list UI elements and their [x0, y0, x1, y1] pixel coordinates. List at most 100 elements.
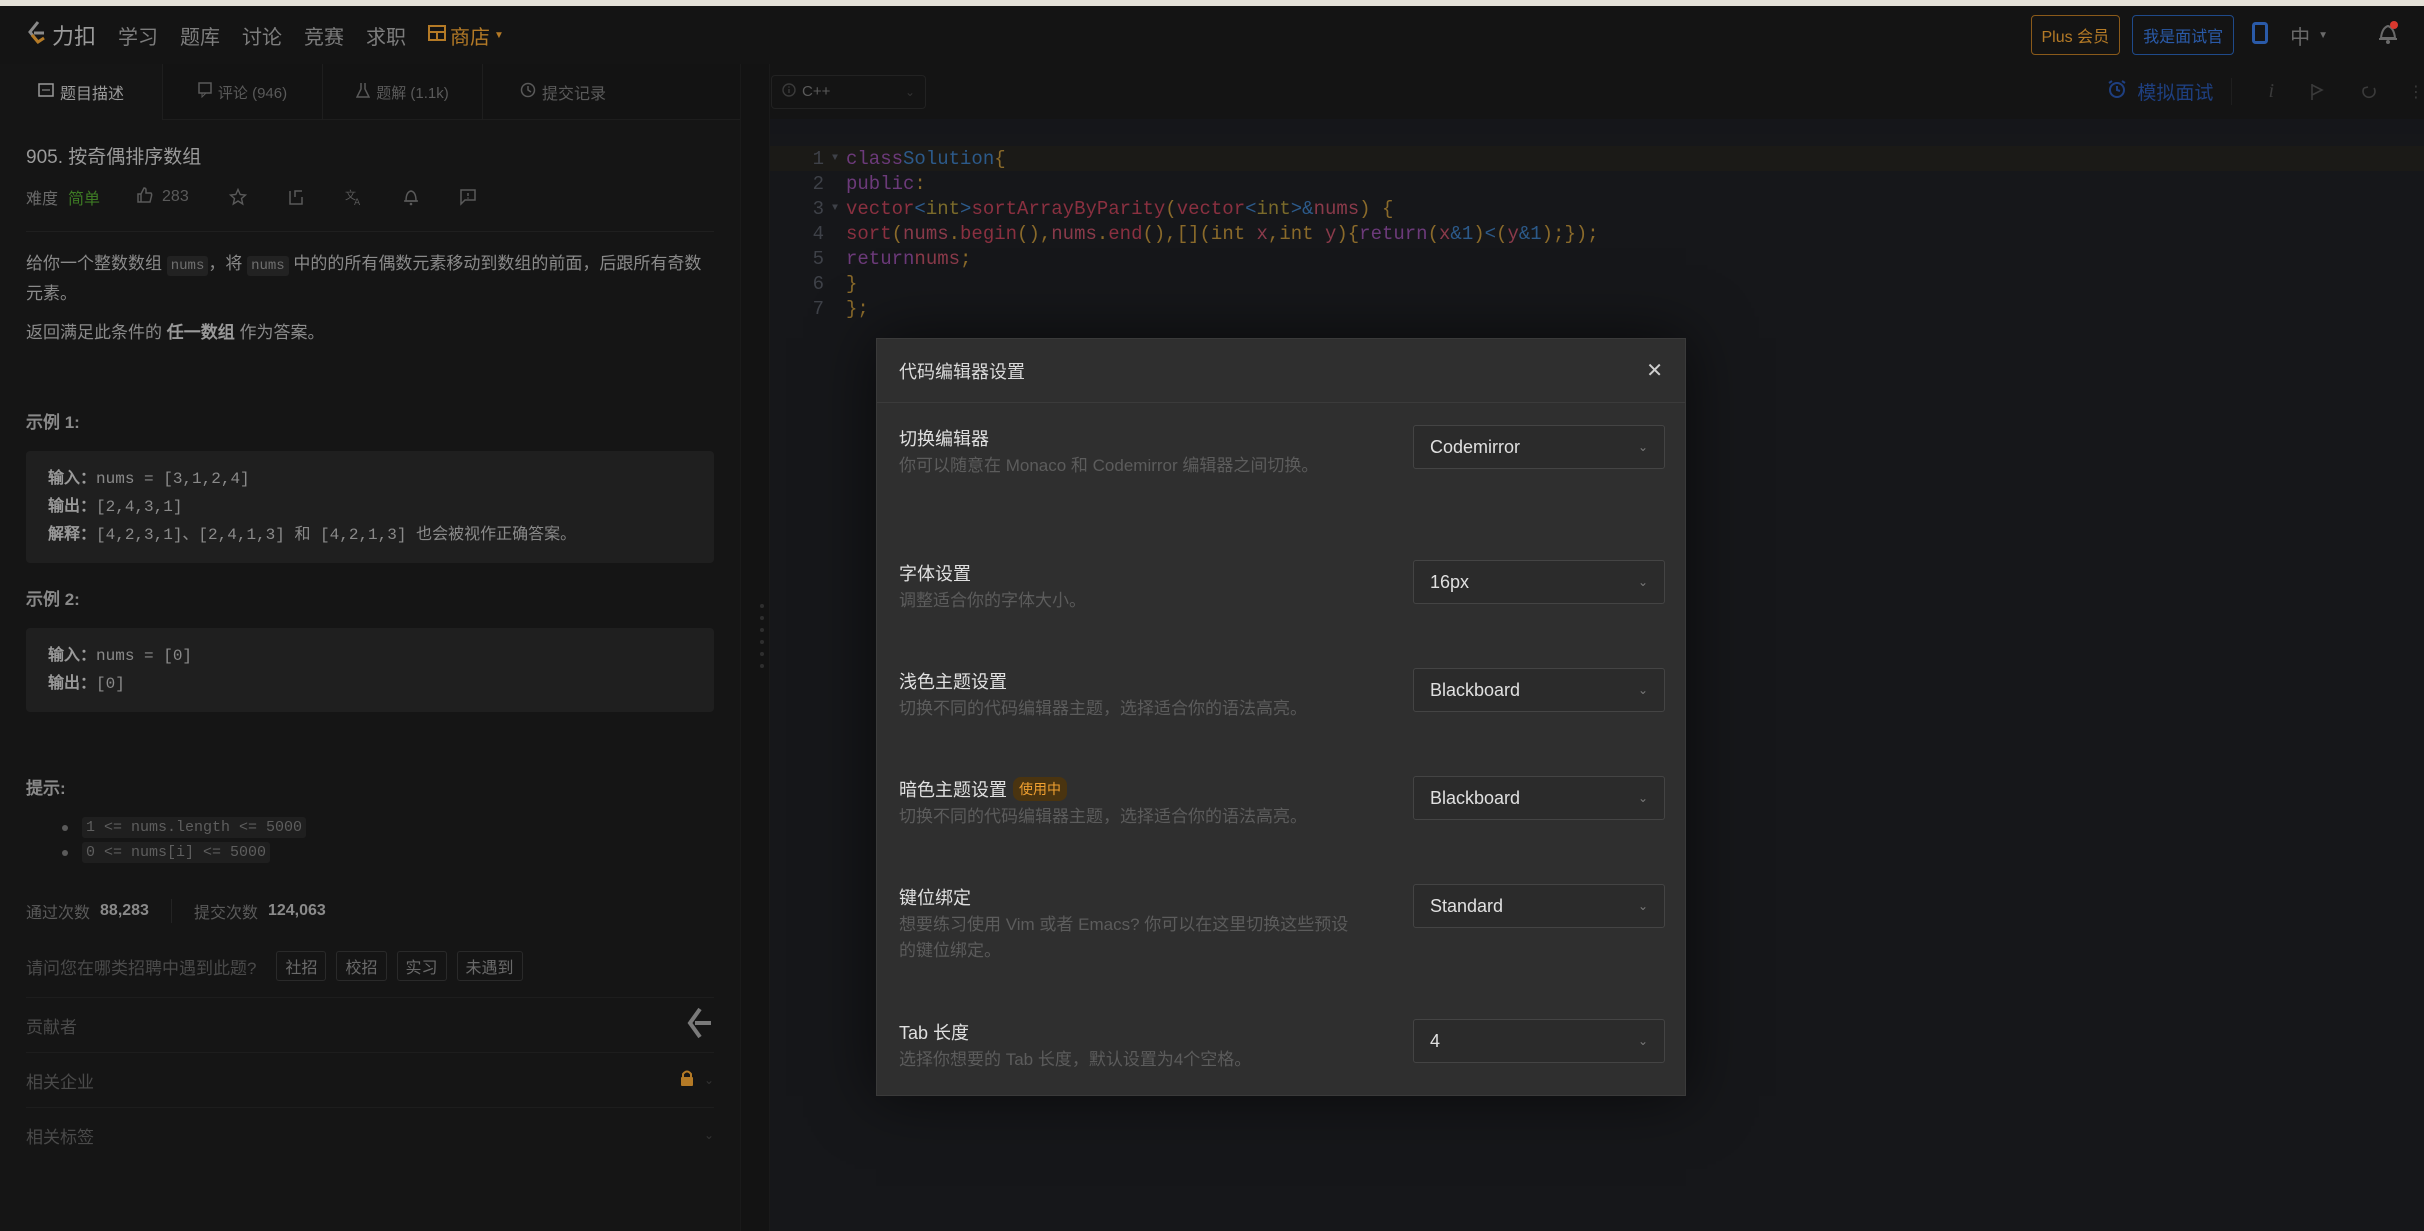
- store-icon: [428, 24, 447, 47]
- font-size-select[interactable]: 16px ⌄: [1413, 560, 1665, 604]
- submissions-count: 124,063: [267, 902, 326, 919]
- leetcode-logo-icon: [26, 20, 46, 51]
- interviewer-button[interactable]: 我是面试官: [2132, 15, 2235, 55]
- setting-label: Tab 长度: [899, 1023, 970, 1043]
- hint-text: 0 <= nums[i] <= 5000: [82, 842, 271, 863]
- input-label: 输入：: [48, 470, 97, 487]
- desc-text: 作为答案。: [234, 323, 325, 342]
- setting-desc: 选择你想要的 Tab 长度，默认设置为4个空格。: [899, 1050, 1252, 1069]
- tab-description[interactable]: 题目描述: [0, 64, 163, 120]
- line-number: 7: [812, 297, 824, 320]
- translate-icon[interactable]: 文A: [345, 188, 363, 206]
- clock-icon: [520, 82, 536, 103]
- select-value: 16px: [1430, 571, 1470, 592]
- related-tags-label: 相关标签: [26, 1127, 94, 1147]
- code-line: 5 return nums;: [770, 246, 2424, 271]
- contributor-avatar-icon[interactable]: [684, 1006, 714, 1045]
- code-line: 7};: [770, 296, 2424, 321]
- feedback-icon[interactable]: [459, 188, 477, 206]
- setting-font-size: 字体设置 调整适合你的字体大小。 16px ⌄: [899, 560, 1665, 614]
- line-number: 3: [812, 197, 824, 220]
- dark-theme-select[interactable]: Blackboard ⌄: [1413, 776, 1665, 820]
- fold-arrow-icon[interactable]: ▼: [828, 203, 846, 214]
- comment-icon: [198, 81, 212, 103]
- setting-keybinding: 键位绑定 想要练习使用 Vim 或者 Emacs? 你可以在这里切换这些预设的键…: [899, 884, 1665, 964]
- like-count: 283: [162, 188, 189, 205]
- explain-label: 解释：: [48, 526, 97, 543]
- example-1-block: 输入：nums = [3,1,2,4] 输出：[2,4,3,1] 解释：[4,2…: [26, 451, 714, 563]
- problem-meta: 难度 简单 283 文A: [26, 183, 714, 211]
- output-label: 输出：: [48, 498, 97, 515]
- tab-label: 题目描述: [59, 86, 124, 103]
- setting-dark-theme: 暗色主题设置 使用中 切换不同的代码编辑器主题，选择适合你的语法高亮。 Blac…: [899, 776, 1665, 830]
- recruit-option-social[interactable]: 社招: [276, 951, 327, 981]
- chevron-down-icon: ⌄: [703, 1073, 714, 1087]
- related-companies-row[interactable]: 相关企业 ⌄: [26, 1052, 714, 1107]
- problem-description: 给你一个整数数组 nums ，将 nums 中的的所有偶数元素移动到数组的前面，后…: [26, 250, 714, 346]
- setting-desc: 调整适合你的字体大小。: [899, 591, 1086, 610]
- chevron-down-icon: ⌄: [1637, 791, 1648, 805]
- divider: [170, 899, 172, 923]
- star-icon[interactable]: [228, 188, 247, 206]
- language-label: 中: [2290, 26, 2311, 49]
- nav-link-learn[interactable]: 学习: [118, 21, 158, 50]
- chevron-down-icon: ⌄: [904, 84, 915, 99]
- difficulty-badge: 简单: [68, 191, 101, 208]
- recruit-question: 请问您在哪类招聘中遇到此题?: [26, 958, 257, 978]
- line-number: 2: [812, 172, 824, 195]
- like-button[interactable]: 283: [136, 186, 189, 209]
- fold-arrow-icon[interactable]: ▼: [828, 153, 846, 164]
- code-line: 2 public:: [770, 171, 2424, 196]
- editor-settings-modal: 代码编辑器设置 ✕ 切换编辑器 你可以随意在 Monaco 和 Codemirr…: [876, 338, 1686, 1096]
- info-italic-icon[interactable]: i: [2268, 80, 2274, 103]
- logo-text: 力扣: [52, 24, 97, 49]
- keybinding-select[interactable]: Standard ⌄: [1413, 884, 1665, 928]
- select-value: 4: [1430, 1030, 1441, 1051]
- notification-bell-icon[interactable]: [2376, 20, 2400, 51]
- share-icon[interactable]: [287, 188, 305, 206]
- inline-code: nums: [247, 256, 289, 276]
- editor-select[interactable]: Codemirror ⌄: [1413, 425, 1665, 469]
- related-companies-label: 相关企业: [26, 1072, 94, 1092]
- tab-comments[interactable]: 评论 (946): [163, 64, 323, 120]
- close-icon[interactable]: ✕: [1646, 358, 1663, 383]
- mobile-app-icon[interactable]: [2252, 21, 2269, 49]
- input-label: 输入：: [48, 647, 97, 664]
- nav-link-jobs[interactable]: 求职: [366, 21, 406, 50]
- nav-link-problems[interactable]: 题库: [180, 21, 220, 50]
- accepted-label: 通过次数: [26, 905, 91, 922]
- settings-icon[interactable]: ⋮: [2408, 82, 2424, 102]
- logo[interactable]: 力扣: [26, 19, 96, 51]
- mock-interview-button[interactable]: 模拟面试: [2107, 78, 2233, 105]
- hint-text: 1 <= nums.length <= 5000: [82, 817, 307, 838]
- setting-label-row: 暗色主题设置 使用中: [899, 776, 1359, 802]
- bell-icon[interactable]: [403, 188, 419, 206]
- accepted-count: 88,283: [100, 902, 149, 919]
- reset-icon[interactable]: [2360, 83, 2378, 101]
- contributors-row[interactable]: 贡献者: [26, 997, 714, 1052]
- recruit-option-campus[interactable]: 校招: [336, 951, 387, 981]
- thumbs-up-icon: [136, 186, 154, 209]
- explain-value: [4,2,3,1]、[2,4,1,3] 和 [4,2,1,3] 也会被视作正确答…: [96, 526, 577, 544]
- recruit-option-intern[interactable]: 实习: [396, 951, 447, 981]
- panel-resize-handle[interactable]: [740, 64, 770, 1231]
- recruit-option-none[interactable]: 未遇到: [456, 951, 523, 981]
- light-theme-select[interactable]: Blackboard ⌄: [1413, 668, 1665, 712]
- language-switch[interactable]: 中 ▼: [2290, 21, 2328, 50]
- submission-stats: 通过次数 88,283 提交次数 124,063: [26, 899, 714, 923]
- nav-link-discuss[interactable]: 讨论: [242, 21, 282, 50]
- chevron-down-icon: ⌄: [1637, 1034, 1648, 1048]
- setting-desc: 你可以随意在 Monaco 和 Codemirror 编辑器之间切换。: [899, 456, 1319, 475]
- tab-size-select[interactable]: 4 ⌄: [1413, 1019, 1665, 1063]
- nav-link-contest[interactable]: 竞赛: [304, 21, 344, 50]
- bullet: [62, 849, 68, 856]
- code-editor[interactable]: 1 ▼ class Solution { 2 public: 3 ▼ vector < in…: [770, 134, 2424, 321]
- related-tags-row[interactable]: 相关标签 ⌄: [26, 1107, 714, 1162]
- plus-membership-button[interactable]: Plus 会员: [2030, 15, 2121, 55]
- nav-link-store[interactable]: 商店 ▼: [428, 21, 504, 50]
- tab-label: 题解 (1.1k): [376, 84, 449, 102]
- tab-submissions[interactable]: 提交记录: [483, 64, 643, 120]
- flag-icon[interactable]: [2310, 83, 2324, 101]
- tab-solutions[interactable]: 题解 (1.1k): [323, 64, 483, 120]
- language-select[interactable]: C++ ⌄: [771, 74, 926, 109]
